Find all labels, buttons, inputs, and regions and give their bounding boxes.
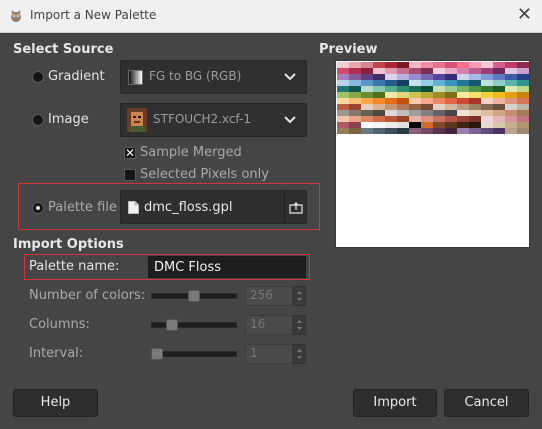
palette-preview <box>335 60 530 248</box>
number-of-colors-stepper[interactable] <box>293 286 306 306</box>
import-options-heading: Import Options <box>13 237 124 252</box>
number-of-colors-value: 256 <box>250 288 273 302</box>
palette-swatch <box>505 128 517 134</box>
columns-label: Columns: <box>29 317 90 332</box>
palette-file-label: Palette file <box>48 200 117 215</box>
palette-swatch <box>469 128 481 134</box>
columns-stepper[interactable] <box>293 315 306 335</box>
gradient-combo[interactable]: FG to BG (RGB) <box>120 60 307 94</box>
columns-value: 16 <box>250 317 266 331</box>
gradient-value: FG to BG (RGB) <box>149 69 242 83</box>
palette-swatch <box>349 128 361 134</box>
palette-swatch <box>361 128 373 134</box>
palette-swatch <box>445 128 457 134</box>
chevron-down-icon <box>284 116 296 124</box>
sample-merged-label: Sample Merged <box>140 145 242 160</box>
palette-swatch <box>373 128 385 134</box>
window-title: Import a New Palette <box>30 8 157 22</box>
interval-slider-thumb[interactable] <box>151 348 163 360</box>
palette-name-value: DMC Floss <box>154 260 222 275</box>
selected-pixels-only-label: Selected Pixels only <box>140 167 269 182</box>
palette-swatch <box>421 128 433 134</box>
image-radio[interactable] <box>32 114 44 126</box>
selected-pixels-only-checkbox[interactable] <box>124 169 136 181</box>
palette-file-radio[interactable] <box>32 202 44 214</box>
sample-merged-checkbox[interactable]: ✕ <box>124 146 136 160</box>
palette-name-input[interactable]: DMC Floss <box>148 256 306 278</box>
palette-swatch <box>385 128 397 134</box>
number-of-colors-label: Number of colors: <box>29 288 146 303</box>
number-of-colors-slider-thumb[interactable] <box>188 290 200 302</box>
palette-swatch <box>481 128 493 134</box>
image-label: Image <box>48 112 89 127</box>
palette-file-value: dmc_floss.gpl <box>144 200 233 215</box>
help-button[interactable]: Help <box>13 389 98 417</box>
palette-swatch <box>397 128 409 134</box>
palette-preview-grid <box>337 62 529 134</box>
interval-value: 1 <box>250 346 258 360</box>
gradient-label: Gradient <box>48 69 105 84</box>
image-thumbnail-icon <box>127 108 147 132</box>
columns-slider[interactable] <box>151 322 237 328</box>
interval-stepper[interactable] <box>293 344 306 364</box>
interval-label: Interval: <box>29 346 84 361</box>
preview-heading: Preview <box>319 42 378 57</box>
cancel-button[interactable]: Cancel <box>444 389 529 417</box>
image-combo[interactable]: STFOUCH2.xcf-1 <box>120 103 307 137</box>
gradient-swatch <box>128 70 143 85</box>
stepper-arrows-icon <box>297 349 302 359</box>
open-folder-icon[interactable] <box>289 201 303 214</box>
document-icon <box>128 201 139 214</box>
number-of-colors-spinner[interactable]: 256 <box>245 286 293 306</box>
palette-swatch <box>457 128 469 134</box>
select-source-heading: Select Source <box>13 42 114 57</box>
close-icon[interactable]: ✕ <box>517 6 532 24</box>
chooser-divider <box>284 191 285 223</box>
gimp-wilber-icon <box>11 10 21 22</box>
import-button[interactable]: Import <box>353 389 437 417</box>
palette-file-chooser[interactable]: dmc_floss.gpl <box>120 190 307 224</box>
stepper-arrows-icon <box>297 291 302 301</box>
columns-spinner[interactable]: 16 <box>245 315 293 335</box>
stepper-arrows-icon <box>297 320 302 330</box>
palette-name-label: Palette name: <box>29 259 120 274</box>
palette-swatch <box>433 128 445 134</box>
palette-swatch <box>517 128 529 134</box>
checkmark-icon: ✕ <box>125 146 136 160</box>
palette-swatch <box>337 128 349 134</box>
chevron-down-icon <box>284 73 296 81</box>
title-bar: Import a New Palette ✕ <box>0 0 542 33</box>
import-palette-dialog: Import a New Palette ✕ Select Source Gra… <box>0 0 542 429</box>
palette-swatch <box>409 128 421 134</box>
interval-spinner[interactable]: 1 <box>245 344 293 364</box>
gradient-radio[interactable] <box>32 71 44 83</box>
palette-swatch <box>493 128 505 134</box>
interval-slider[interactable] <box>151 351 237 357</box>
columns-slider-thumb[interactable] <box>166 319 178 331</box>
image-value: STFOUCH2.xcf-1 <box>153 112 251 126</box>
